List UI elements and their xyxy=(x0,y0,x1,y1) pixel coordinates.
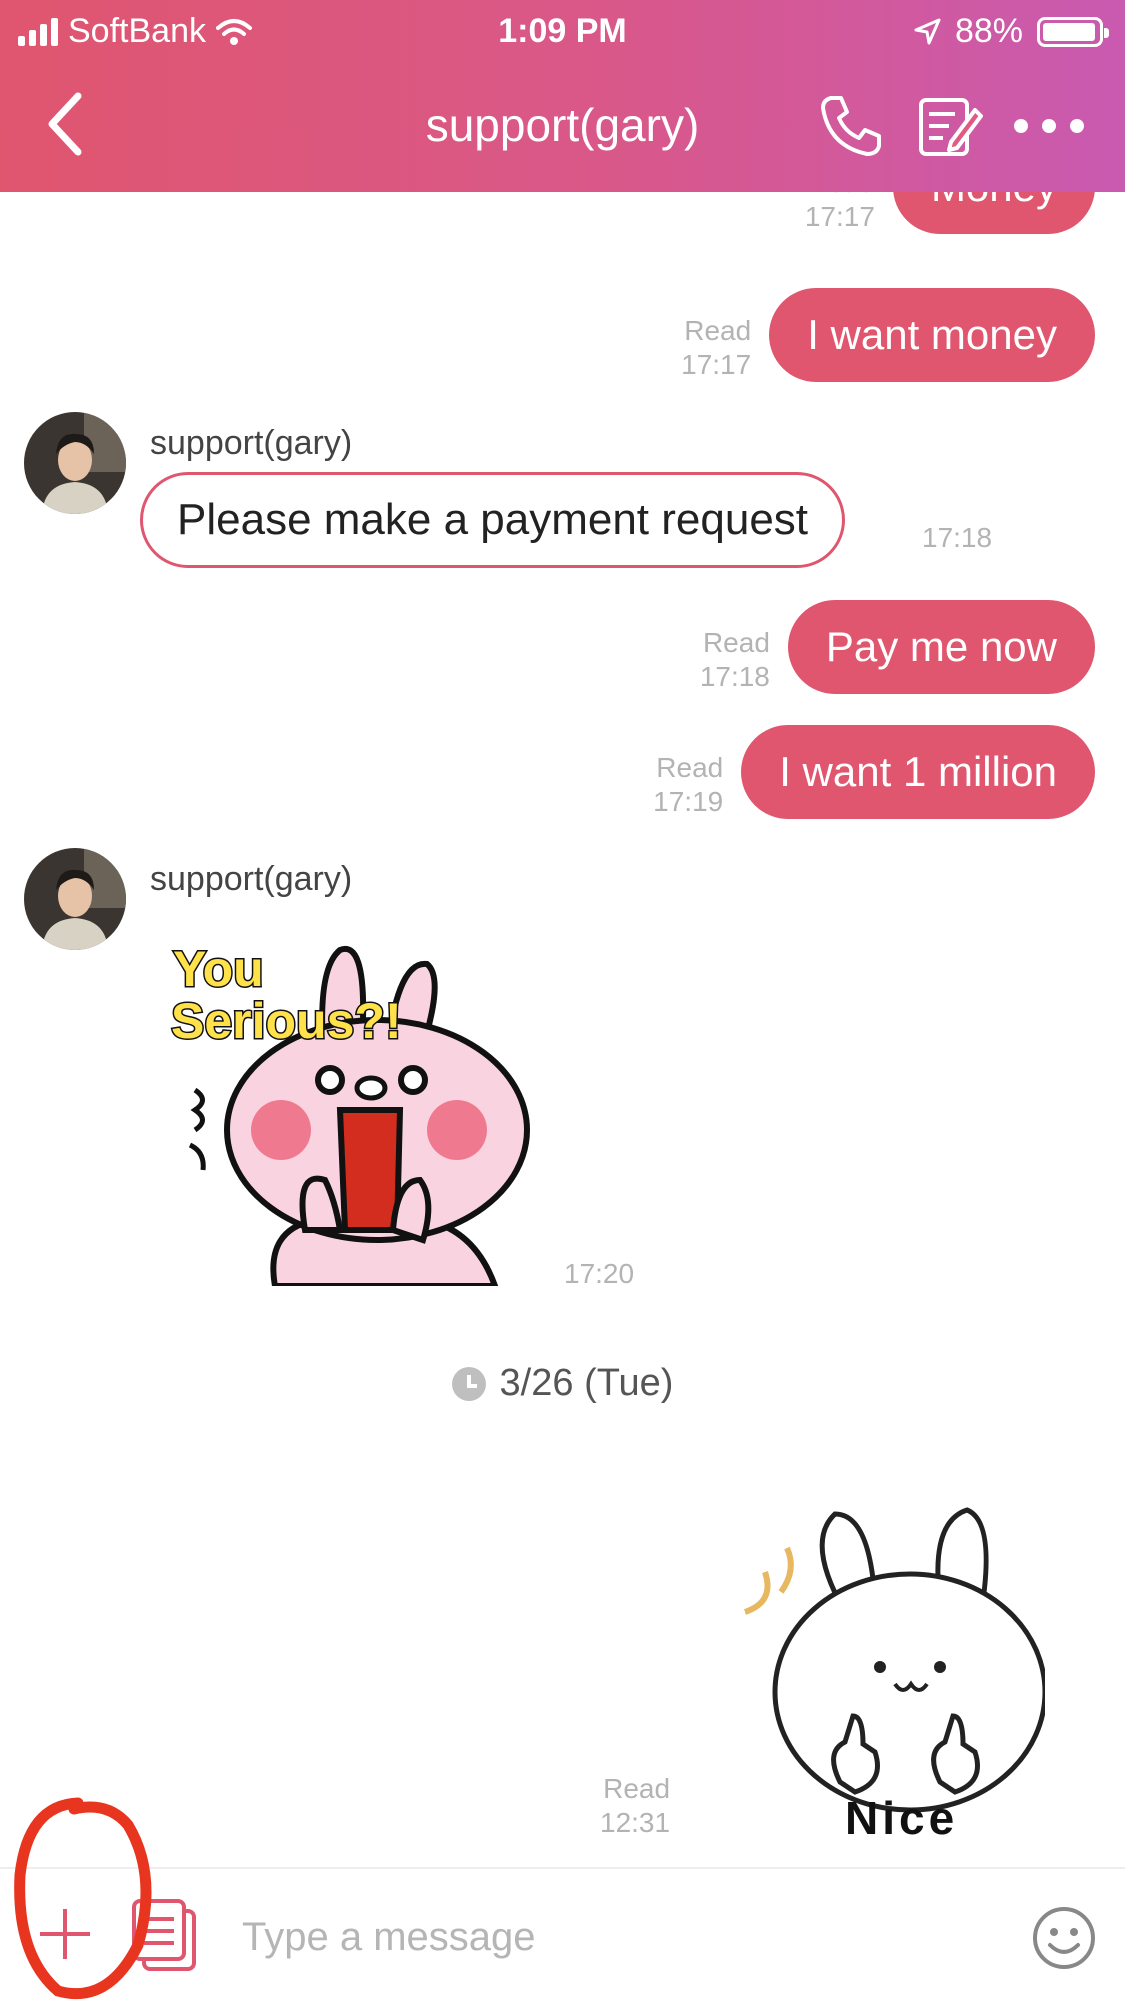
avatar[interactable] xyxy=(24,412,126,514)
svg-text:You: You xyxy=(173,941,264,997)
battery-percent: 88% xyxy=(954,12,1023,50)
outgoing-message: Read 17:19 I want 1 million xyxy=(653,725,1095,819)
message-meta: Read 17:18 xyxy=(700,626,770,694)
message-time: 17:20 xyxy=(564,1258,635,1289)
message-time: 17:18 xyxy=(699,661,770,692)
sender-name: support(gary) xyxy=(150,860,353,898)
message-time: 17:17 xyxy=(804,201,875,232)
date-separator: 3/26 (Tue) xyxy=(0,1362,1125,1405)
chat-header: SoftBank 1:09 PM 88% support(gary) xyxy=(0,0,1125,192)
date-label: 3/26 (Tue) xyxy=(499,1362,674,1404)
read-receipt: Read xyxy=(684,315,752,346)
read-receipt: Read xyxy=(702,627,770,658)
add-attachment-button[interactable] xyxy=(30,1899,100,1969)
outgoing-message: Read 17:18 Pay me now xyxy=(700,600,1095,694)
phone-call-button[interactable] xyxy=(817,92,885,160)
header-actions xyxy=(817,92,1085,160)
message-bubble[interactable]: Pay me now xyxy=(787,600,1095,694)
message-bubble[interactable]: Money xyxy=(892,192,1095,234)
message-time: 17:19 xyxy=(653,786,724,817)
clock-icon xyxy=(451,1366,486,1401)
message-time: 17:17 xyxy=(681,349,752,380)
message-bubble[interactable]: I want money xyxy=(769,288,1095,382)
avatar[interactable] xyxy=(24,848,126,950)
message-bubble[interactable]: I want 1 million xyxy=(741,725,1095,819)
message-composer xyxy=(0,1867,1125,2003)
more-options-button[interactable] xyxy=(1013,116,1085,136)
outgoing-message: Read 17:17 I want money xyxy=(681,288,1095,382)
sender-name: support(gary) xyxy=(150,424,353,462)
message-meta: Read 12:31 xyxy=(600,1772,670,1840)
nice-sticker[interactable]: Nice xyxy=(735,1502,1045,1842)
battery-icon xyxy=(1037,16,1109,47)
status-bar: SoftBank 1:09 PM 88% xyxy=(0,0,1125,62)
template-notes-button[interactable] xyxy=(130,1897,200,1973)
note-edit-button[interactable] xyxy=(915,92,983,160)
message-meta: Read 17:17 xyxy=(805,192,875,234)
message-meta: Read 17:19 xyxy=(653,751,723,819)
svg-text:Nice: Nice xyxy=(845,1792,958,1842)
status-right: 88% xyxy=(913,12,1109,51)
outgoing-message: Read 17:17 Money xyxy=(805,192,1095,234)
chat-area[interactable]: Read 17:17 Money Read 17:17 I want money… xyxy=(0,192,1125,1867)
nav-bar: support(gary) xyxy=(0,62,1125,192)
read-receipt: Read xyxy=(603,1773,671,1804)
message-input[interactable] xyxy=(240,1891,1004,1983)
message-time: 17:18 xyxy=(922,522,993,553)
read-receipt: Read xyxy=(656,752,724,783)
message-meta: Read 17:17 xyxy=(681,314,751,382)
emoji-button[interactable] xyxy=(1031,1905,1097,1971)
message-time: 12:31 xyxy=(600,1807,671,1838)
read-receipt: Read xyxy=(805,192,875,200)
rabbit-sticker[interactable]: You Serious?! xyxy=(165,930,535,1286)
location-arrow-icon xyxy=(914,18,941,44)
message-bubble[interactable]: Please make a payment request xyxy=(140,472,846,568)
svg-text:Serious?!: Serious?! xyxy=(171,993,402,1049)
